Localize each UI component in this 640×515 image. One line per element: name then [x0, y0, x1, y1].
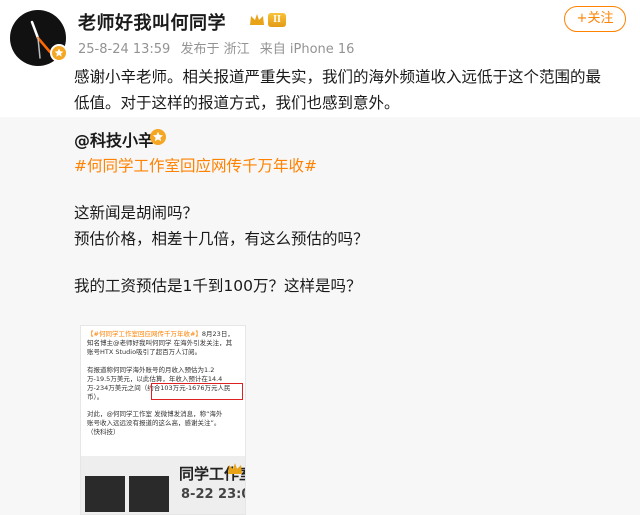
image-date: 8-22 23:03	[181, 487, 245, 502]
vip-level: II	[268, 13, 286, 27]
post-meta: 25-8-24 13:59 发布于 浙江 来自 iPhone 16	[78, 38, 360, 57]
repost-author[interactable]: @科技小辛	[74, 127, 154, 151]
repost-line: 这新闻是胡闹吗？	[74, 204, 199, 222]
post-text: 感谢小辛老师。相关报道严重失实，我们的海外频道收入远低于这个范围的最低值。对于这…	[74, 68, 602, 112]
image-text-line: 有报道称何同学海外账号的月收入预估为1.2	[87, 366, 215, 374]
image-text-line: 【#何同学工作室回应网传千万年收#】8月23日，	[87, 330, 234, 338]
follow-button[interactable]: +关注	[564, 6, 626, 32]
image-text: 8月23日，	[201, 330, 234, 338]
post-device: 来自 iPhone 16	[259, 42, 355, 57]
repost-image[interactable]: 【#何同学工作室回应网传千万年收#】8月23日， 知名博主@老师好我叫何同学 在…	[80, 325, 246, 515]
image-text-line: （快科技）	[87, 428, 120, 436]
repost-card[interactable]: @科技小辛 #何同学工作室回应网传千万年收# 这新闻是胡闹吗？ 预估价格，相差十…	[0, 117, 640, 515]
crown-icon	[250, 14, 264, 25]
post-location: 发布于 浙江	[180, 42, 250, 57]
highlight-box	[151, 383, 243, 400]
image-text-line: 账号HTX Studio吸引了超百万人订阅。	[87, 348, 202, 356]
image-photo	[85, 476, 125, 512]
image-text-line: 币）。	[87, 393, 104, 401]
repost-line: 预估价格，相差十几倍，有这么预估的吗？	[74, 230, 369, 248]
image-text-line: 对此，@何同学工作室 发微博发消息，称“海外	[87, 410, 223, 418]
image-text-line: 万-19.5万美元，以此估算，年收入预计在14.4	[87, 375, 223, 383]
image-photo	[129, 476, 169, 512]
verified-badge-icon	[50, 44, 68, 62]
image-hashtag: 【#何同学工作室回应网传千万年收#】	[87, 330, 202, 338]
verified-badge-icon	[150, 129, 166, 145]
crown-icon	[228, 463, 242, 474]
post-timestamp: 25-8-24 13:59	[78, 42, 171, 57]
repost-line: 我的工资预估是1千到100万？这样是吗？	[74, 277, 362, 295]
vip-badge: II	[248, 11, 286, 29]
image-text-line: 账号收入远远没有报道的这么高，感谢关注”。	[87, 419, 221, 427]
repost-hashtag[interactable]: #何同学工作室回应网传千万年收#	[74, 154, 317, 176]
author-name[interactable]: 老师好我叫何同学	[78, 9, 226, 35]
image-text-line: 知名博主@老师好我叫何同学 在海外引发关注，其	[87, 339, 233, 347]
